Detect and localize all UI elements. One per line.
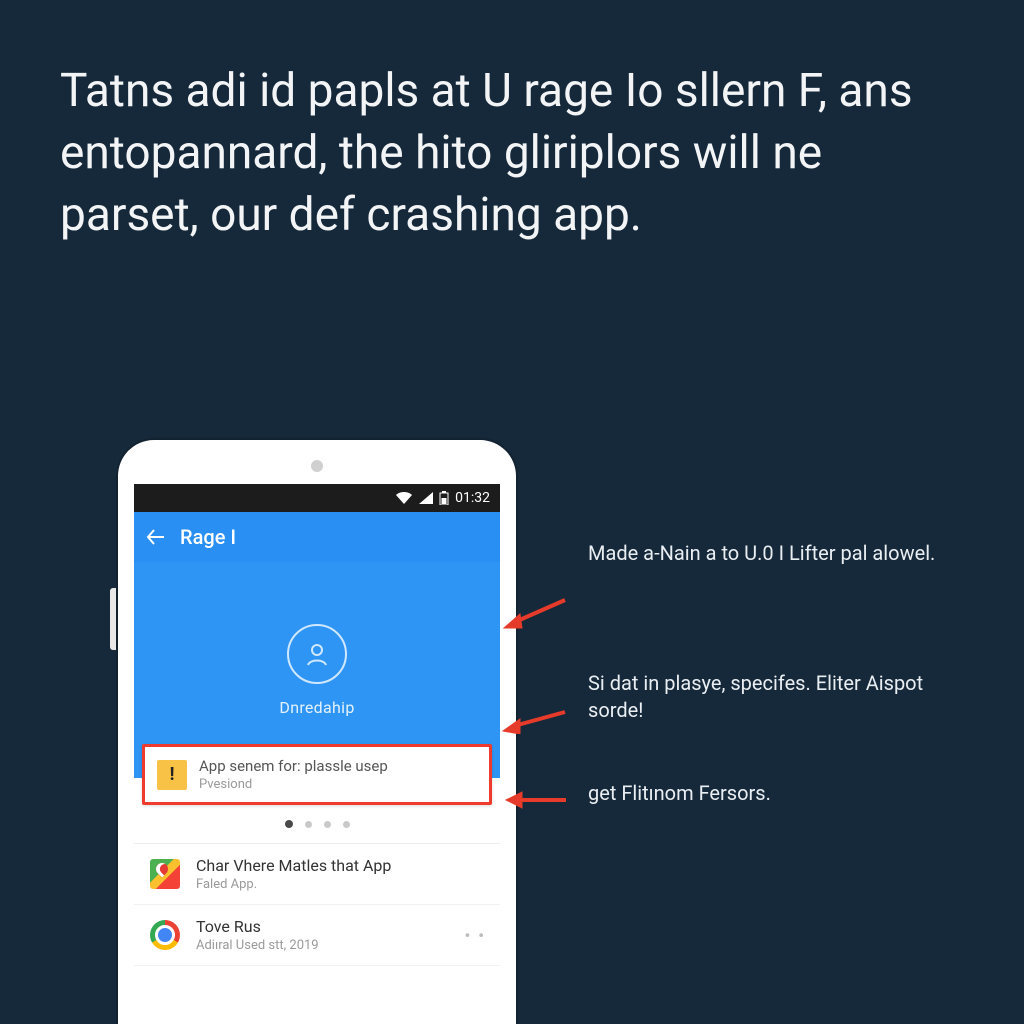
phone-screen: 01:32 Rage I Dnredahip ! App senem for: … — [134, 484, 500, 1024]
status-time: 01:32 — [455, 490, 490, 506]
callout-text: Si dat in plasye, specifes. Eliter Aispo… — [588, 670, 980, 724]
pager-dots[interactable] — [134, 805, 500, 843]
list-item[interactable]: Tove Rus Adiıral Used stt, 2019 • • — [134, 905, 500, 966]
highlight-subtitle: Pvesiond — [199, 777, 477, 792]
list-item[interactable]: Char Vhere Matles that App Faled App. — [134, 844, 500, 905]
list-item-subtitle: Adiıral Used stt, 2019 — [196, 938, 451, 953]
wifi-icon — [395, 491, 413, 505]
list-item-subtitle: Faled App. — [196, 877, 486, 892]
signal-icon — [419, 492, 433, 504]
more-icon[interactable]: • • — [465, 926, 486, 945]
chrome-icon — [148, 918, 182, 952]
pager-dot[interactable] — [324, 821, 331, 828]
phone-side-button — [110, 588, 116, 650]
list-item-title: Tove Rus — [196, 917, 451, 936]
highlight-title: App senem for: plassle usep — [199, 757, 477, 775]
maps-icon — [148, 857, 182, 891]
warning-icon: ! — [157, 760, 187, 790]
app-title: Rage I — [180, 525, 236, 549]
hero-label: Dnredahip — [279, 698, 354, 717]
list-item-title: Char Vhere Matles that App — [196, 856, 486, 875]
headline-text: Tatns adi id papls at U rage Io sllern F… — [60, 60, 964, 246]
battery-icon — [439, 491, 449, 505]
status-bar: 01:32 — [134, 484, 500, 512]
callout: Made a-Nain a to U.0 I Lifter pal alowel… — [540, 540, 935, 567]
callout: Si dat in plasye, specifes. Eliter Aispo… — [540, 670, 980, 724]
callout: get Flitınom Fersors. — [540, 780, 771, 807]
arrow-icon — [500, 590, 570, 630]
pager-dot[interactable] — [305, 821, 312, 828]
app-header: Rage I — [134, 512, 500, 562]
pager-dot[interactable] — [285, 820, 293, 828]
phone-frame: 01:32 Rage I Dnredahip ! App senem for: … — [118, 440, 516, 1024]
pager-dot[interactable] — [343, 821, 350, 828]
avatar-icon[interactable] — [287, 624, 347, 684]
callout-text: get Flitınom Fersors. — [588, 780, 771, 807]
back-icon[interactable] — [146, 527, 166, 547]
highlight-card[interactable]: ! App senem for: plassle usep Pvesiond — [142, 744, 492, 805]
callout-text: Made a-Nain a to U.0 I Lifter pal alowel… — [588, 540, 935, 567]
app-list: Char Vhere Matles that App Faled App. To… — [134, 843, 500, 966]
